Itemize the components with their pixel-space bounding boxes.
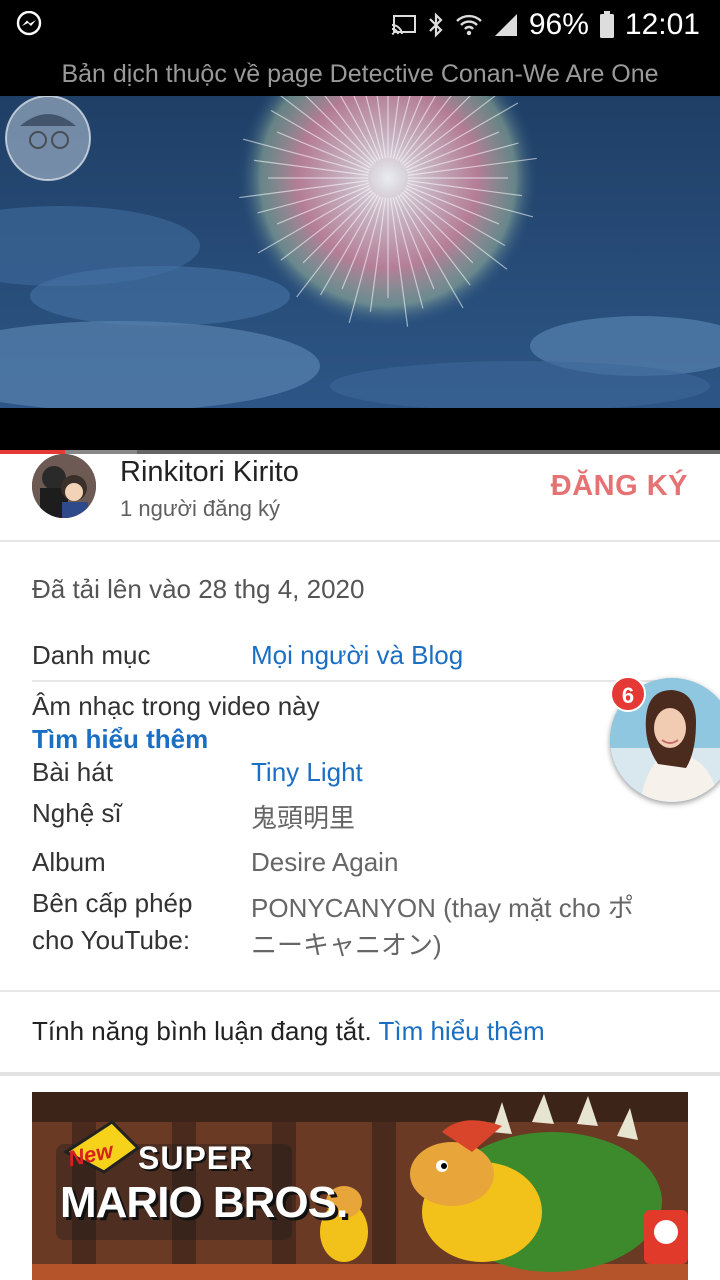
artist-value: 鬼頭明里 (251, 803, 356, 833)
album-value: Desire Again (251, 847, 399, 877)
channel-row: Rinkitori Kirito 1 người đăng ký ĐĂNG KÝ (0, 454, 720, 540)
song-label: Bài hát (32, 757, 113, 787)
divider (0, 540, 720, 542)
logo-super-text: SUPER (138, 1140, 254, 1176)
music-heading: Âm nhạc trong video này (32, 691, 320, 721)
licensor-label-line2: cho YouTube: (32, 925, 191, 955)
divider (32, 680, 688, 682)
section-divider (0, 1072, 720, 1076)
licensor-value-line2: ニーキャニオン) (251, 930, 442, 960)
licensor-value: PONYCANYON (thay mặt cho ポ (251, 893, 634, 923)
comments-disabled-text: Tính năng bình luận đang tắt. (32, 1016, 372, 1046)
category-link[interactable]: Mọi người và Blog (251, 640, 463, 671)
subscriber-count: 1 người đăng ký (120, 496, 281, 521)
video-frame-fireworks (0, 96, 720, 408)
chat-head-bubble[interactable]: 6 (610, 676, 720, 804)
logo-title-text: MARIO BROS. (60, 1178, 348, 1227)
clock: 12:01 (624, 8, 700, 41)
licensor-label: Bên cấp phép (32, 888, 193, 918)
comments-disabled-notice: Tính năng bình luận đang tắt. Tìm hiểu t… (32, 1016, 545, 1047)
video-player[interactable] (0, 96, 720, 408)
battery-percent: 96% (528, 8, 589, 41)
status-icons: 96% 12:01 (391, 6, 700, 44)
wifi-icon (456, 14, 482, 36)
messenger-icon (16, 11, 42, 36)
cast-icon (391, 15, 416, 35)
video-caption: Bản dịch thuộc về page Detective Conan-W… (61, 60, 659, 88)
status-bar: 96% 12:01 (0, 0, 720, 50)
bluetooth-icon (429, 12, 443, 38)
video-caption-bar: Bản dịch thuộc về page Detective Conan-W… (0, 50, 720, 96)
subscribe-button[interactable]: ĐĂNG KÝ (551, 470, 688, 503)
category-label: Danh mục (32, 640, 151, 670)
video-letterbox (0, 408, 720, 450)
next-video-thumbnail[interactable]: New SUPER MARIO BROS. (32, 1092, 688, 1280)
album-label: Album (32, 847, 106, 877)
music-learn-more-link[interactable]: Tìm hiểu thêm (32, 724, 208, 755)
channel-name[interactable]: Rinkitori Kirito (120, 456, 299, 489)
notification-badge: 6 (610, 676, 646, 712)
signal-icon (494, 14, 517, 36)
comments-learn-more-link[interactable]: Tìm hiểu thêm (378, 1016, 544, 1046)
divider (0, 990, 720, 992)
song-link[interactable]: Tiny Light (251, 757, 363, 788)
channel-avatar[interactable] (32, 454, 96, 518)
upload-date: Đã tải lên vào 28 thg 4, 2020 (32, 574, 365, 604)
artist-label: Nghệ sĩ (32, 798, 122, 828)
battery-icon (599, 11, 614, 38)
